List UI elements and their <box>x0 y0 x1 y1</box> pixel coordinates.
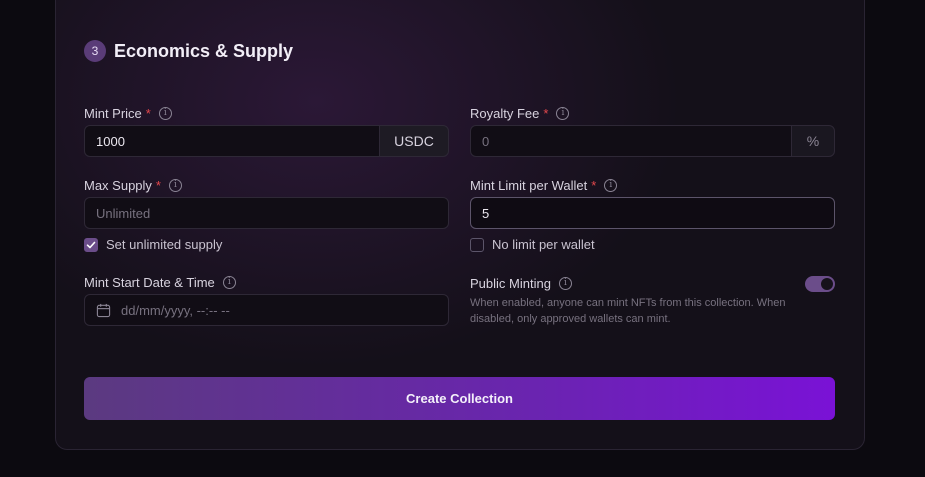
info-icon[interactable]: i <box>556 107 570 120</box>
check-icon <box>86 241 96 248</box>
max-supply-input[interactable]: Unlimited <box>84 197 449 229</box>
section-title: Economics & Supply <box>114 40 294 61</box>
mint-price-input[interactable]: 1000 <box>84 125 380 157</box>
unlimited-supply-option[interactable]: Set unlimited supply <box>84 237 222 252</box>
info-icon[interactable]: i <box>558 277 572 290</box>
royalty-fee-label: Royalty Fee * i <box>470 106 570 121</box>
unlimited-supply-label: Set unlimited supply <box>106 237 223 252</box>
mint-price-label-text: Mint Price <box>84 106 142 121</box>
required-mark: * <box>155 178 161 193</box>
required-mark: * <box>145 106 151 121</box>
mint-start-placeholder: dd/mm/yyyy, --:-- -- <box>121 302 230 318</box>
public-minting-description: When enabled, anyone can mint NFTs from … <box>470 297 786 325</box>
public-minting-label: Public Minting i <box>470 276 572 291</box>
step-badge: 3 <box>84 40 106 62</box>
mint-price-label: Mint Price * i <box>84 106 172 121</box>
toggle-knob <box>821 278 833 290</box>
no-limit-label: No limit per wallet <box>492 237 595 252</box>
no-limit-checkbox[interactable] <box>470 237 484 252</box>
required-mark: * <box>591 178 597 193</box>
royalty-fee-label-text: Royalty Fee <box>470 106 540 121</box>
mint-start-input[interactable]: dd/mm/yyyy, --:-- -- <box>84 294 449 326</box>
royalty-fee-input[interactable]: 0 <box>470 125 792 157</box>
public-minting-toggle[interactable] <box>805 276 835 292</box>
royalty-fee-unit: % <box>791 125 835 157</box>
mint-start-label: Mint Start Date & Time i <box>84 275 236 290</box>
mint-limit-label-text: Mint Limit per Wallet <box>470 178 588 193</box>
mint-price-currency: USDC <box>379 125 449 157</box>
public-minting-label-text: Public Minting <box>470 276 551 291</box>
info-icon[interactable]: i <box>222 276 236 289</box>
required-mark: * <box>543 106 549 121</box>
max-supply-label: Max Supply * i <box>84 178 182 193</box>
mint-start-label-text: Mint Start Date & Time <box>84 275 215 290</box>
unlimited-supply-checkbox[interactable] <box>84 237 98 252</box>
mint-limit-input[interactable]: 5 <box>470 197 835 229</box>
no-limit-option[interactable]: No limit per wallet <box>470 237 595 252</box>
info-icon[interactable]: i <box>168 179 182 192</box>
calendar-icon[interactable] <box>96 303 111 318</box>
max-supply-label-text: Max Supply <box>84 178 152 193</box>
create-collection-button[interactable]: Create Collection <box>84 377 835 420</box>
info-icon[interactable]: i <box>158 107 172 120</box>
section-header: 3 Economics & Supply <box>84 40 293 62</box>
info-icon[interactable]: i <box>604 179 618 192</box>
mint-limit-label: Mint Limit per Wallet * i <box>470 178 618 193</box>
